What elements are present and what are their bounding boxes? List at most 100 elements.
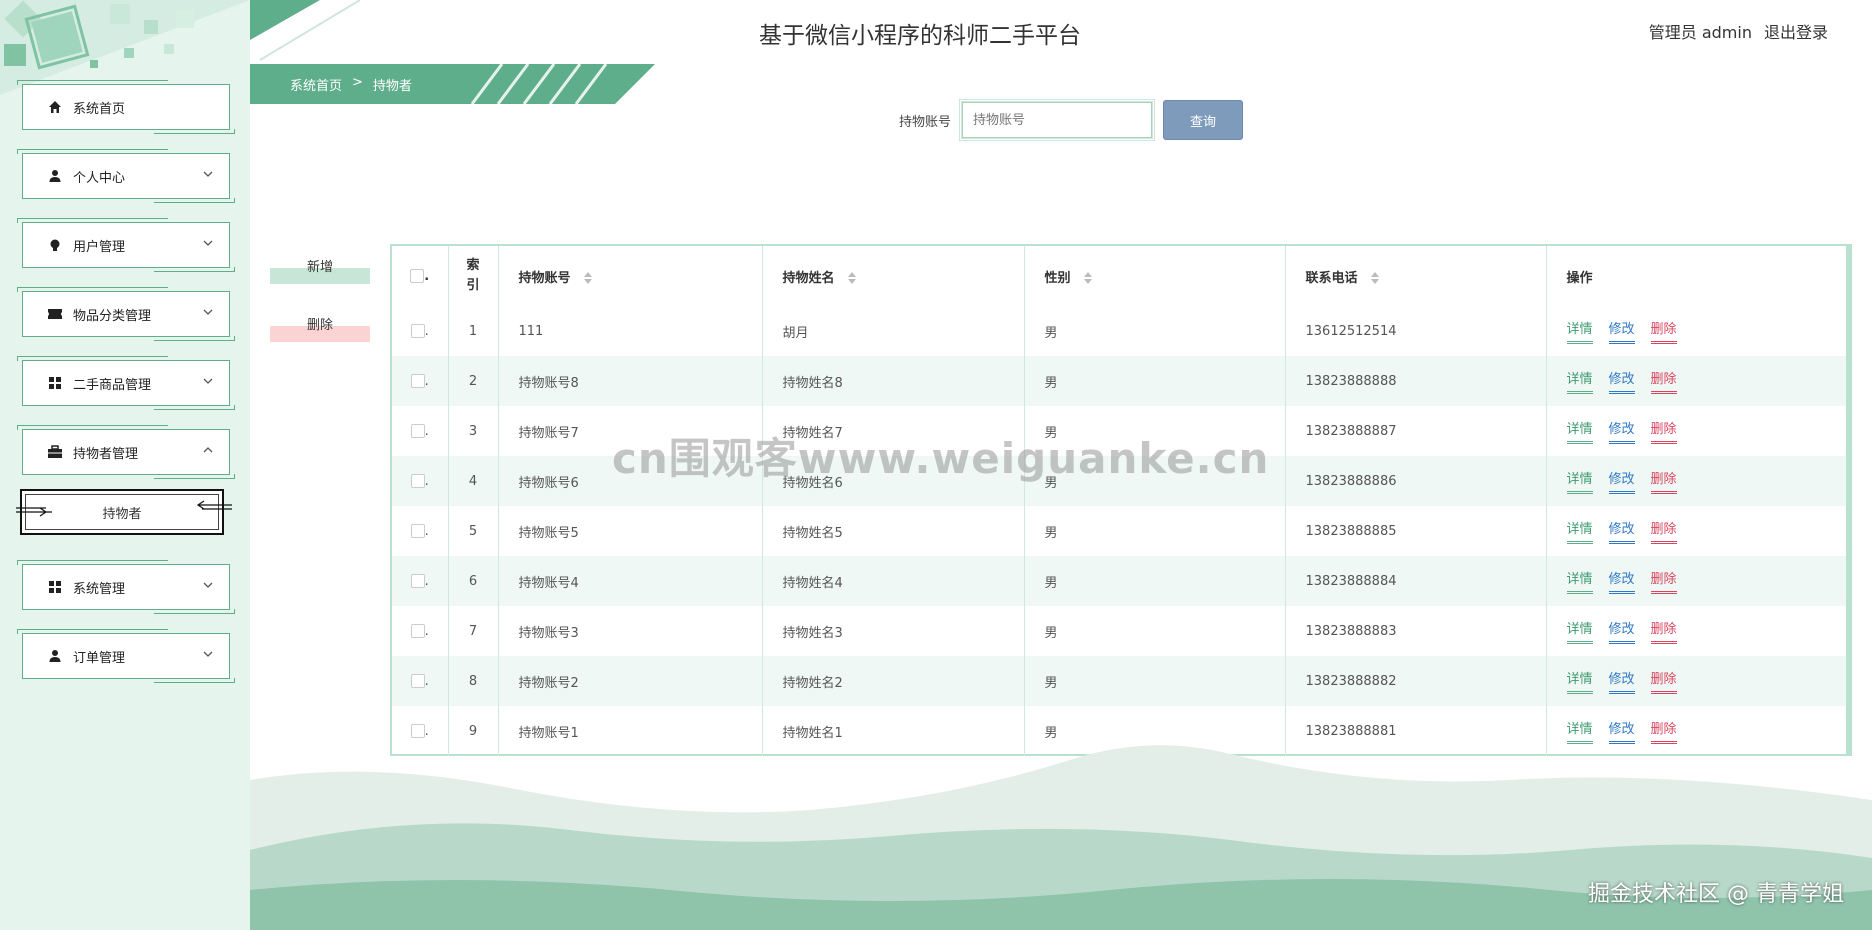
edit-link[interactable]: 修改 — [1608, 618, 1635, 644]
chevron-down-icon — [203, 240, 213, 246]
user-label: 管理员 admin — [1648, 23, 1752, 42]
arrow-left-icon — [196, 500, 232, 510]
cell-gender: 男 — [1024, 506, 1286, 556]
checkbox[interactable] — [410, 574, 425, 588]
header-gender[interactable]: 性别 — [1024, 246, 1286, 306]
checkbox[interactable] — [410, 374, 425, 388]
cell-phone: 13823888885 — [1285, 506, 1547, 556]
checkbox[interactable] — [410, 474, 425, 488]
sidebar-item-order-management[interactable]: 订单管理 — [17, 629, 235, 683]
header-name[interactable]: 持物姓名 — [762, 246, 1025, 306]
cell-account: 持物账号4 — [498, 556, 763, 606]
delete-link[interactable]: 删除 — [1650, 518, 1677, 544]
table-row: . 7 持物账号3 持物姓名3 男 13823888883 详情 修改 删除 — [392, 606, 1846, 656]
checkbox[interactable] — [410, 624, 425, 638]
breadcrumb-home-link[interactable]: 系统首页 — [290, 75, 342, 94]
cell-gender: 男 — [1024, 606, 1286, 656]
edit-link[interactable]: 修改 — [1608, 468, 1635, 494]
cell-index: 1 — [448, 306, 499, 356]
row-select[interactable]: . — [392, 356, 449, 406]
cell-name: 持物姓名3 — [762, 606, 1025, 656]
add-button[interactable]: 新增 — [270, 252, 370, 284]
cell-account: 持物账号3 — [498, 606, 763, 656]
delete-link[interactable]: 删除 — [1650, 668, 1677, 694]
data-table: . 索引 持物账号 持物姓名 性别 联系电话 操作 . 1 111 胡月 男 1… — [390, 244, 1852, 756]
bulb-icon — [47, 237, 63, 253]
row-select[interactable]: . — [392, 556, 449, 606]
detail-link[interactable]: 详情 — [1566, 468, 1593, 494]
user-area: 管理员 admin 退出登录 — [1649, 19, 1828, 43]
sidebar-item-label: 物品分类管理 — [73, 308, 152, 324]
sidebar-item-goods-management[interactable]: 二手商品管理 — [17, 356, 235, 410]
row-select[interactable]: . — [392, 456, 449, 506]
cell-index: 8 — [448, 656, 499, 706]
edit-link[interactable]: 修改 — [1608, 518, 1635, 544]
edit-link[interactable]: 修改 — [1608, 668, 1635, 694]
search-button[interactable]: 查询 — [1163, 100, 1243, 140]
search-input[interactable] — [959, 99, 1155, 141]
checkbox[interactable] — [410, 424, 425, 438]
table-row: . 5 持物账号5 持物姓名5 男 13823888885 详情 修改 删除 — [392, 506, 1846, 556]
table-row: . 6 持物账号4 持物姓名4 男 13823888884 详情 修改 删除 — [392, 556, 1846, 606]
arrow-right-icon — [16, 507, 52, 517]
detail-link[interactable]: 详情 — [1566, 418, 1593, 444]
sidebar-item-personal-center[interactable]: 个人中心 — [17, 149, 235, 203]
sidebar-item-user-management[interactable]: 用户管理 — [17, 218, 235, 272]
edit-link[interactable]: 修改 — [1608, 568, 1635, 594]
cell-ops: 详情 修改 删除 — [1546, 556, 1846, 606]
table-body: . 1 111 胡月男 13612512514 详情 修改 删除. 2 持物账号8 持物姓名8 男 13… — [392, 306, 1846, 756]
delete-link[interactable]: 删除 — [1650, 368, 1677, 394]
cell-phone: 13823888883 — [1285, 606, 1547, 656]
checkbox[interactable] — [410, 674, 425, 688]
cell-phone: 13823888884 — [1285, 556, 1547, 606]
sort-icon[interactable] — [583, 271, 593, 285]
row-select[interactable]: . — [392, 656, 449, 706]
sort-icon[interactable] — [847, 271, 857, 285]
sidebar-subitem-holder[interactable]: 持物者 — [16, 489, 232, 535]
ticket-icon — [47, 306, 63, 322]
chevron-down-icon — [203, 309, 213, 315]
sidebar-item-holder-management[interactable]: 持物者管理 — [17, 425, 235, 479]
row-select[interactable]: . — [392, 606, 449, 656]
delete-link[interactable]: 删除 — [1650, 418, 1677, 444]
checkbox[interactable] — [410, 524, 425, 538]
row-select[interactable]: . — [392, 306, 449, 356]
sidebar-item-home[interactable]: 系统首页 — [17, 80, 235, 134]
detail-link[interactable]: 详情 — [1566, 618, 1593, 644]
edit-link[interactable]: 修改 — [1608, 368, 1635, 394]
detail-link[interactable]: 详情 — [1566, 518, 1593, 544]
delete-link[interactable]: 删除 — [1650, 468, 1677, 494]
header-phone[interactable]: 联系电话 — [1285, 246, 1547, 306]
detail-link[interactable]: 详情 — [1566, 318, 1593, 344]
checkbox[interactable] — [410, 324, 425, 338]
row-select[interactable]: . — [392, 406, 449, 456]
checkbox[interactable] — [410, 724, 425, 738]
logout-button[interactable]: 退出登录 — [1764, 19, 1828, 43]
detail-link[interactable]: 详情 — [1566, 568, 1593, 594]
cell-account: 持物账号8 — [498, 356, 763, 406]
cell-index: 5 — [448, 506, 499, 556]
sort-icon[interactable] — [1370, 271, 1380, 285]
delete-link[interactable]: 删除 — [1650, 618, 1677, 644]
chevron-down-icon — [203, 171, 213, 177]
header-select-all[interactable]: . — [392, 246, 449, 306]
checkbox[interactable] — [410, 269, 425, 283]
edit-link[interactable]: 修改 — [1608, 418, 1635, 444]
sort-icon[interactable] — [1083, 271, 1093, 285]
cell-name: 持物姓名5 — [762, 506, 1025, 556]
cell-ops: 详情 修改 删除 — [1546, 606, 1846, 656]
delete-link[interactable]: 删除 — [1650, 318, 1677, 344]
delete-button[interactable]: 删除 — [270, 310, 370, 342]
cell-account: 111 — [498, 306, 763, 356]
detail-link[interactable]: 详情 — [1566, 668, 1593, 694]
cell-name: 持物姓名4 — [762, 556, 1025, 606]
sidebar-subitem-label: 持物者 — [102, 506, 142, 522]
edit-link[interactable]: 修改 — [1608, 318, 1635, 344]
row-select[interactable]: . — [392, 506, 449, 556]
header-account[interactable]: 持物账号 — [498, 246, 763, 306]
sidebar-item-system-management[interactable]: 系统管理 — [17, 560, 235, 614]
sidebar-item-category-management[interactable]: 物品分类管理 — [17, 287, 235, 341]
home-icon — [47, 99, 63, 115]
delete-link[interactable]: 删除 — [1650, 568, 1677, 594]
detail-link[interactable]: 详情 — [1566, 368, 1593, 394]
